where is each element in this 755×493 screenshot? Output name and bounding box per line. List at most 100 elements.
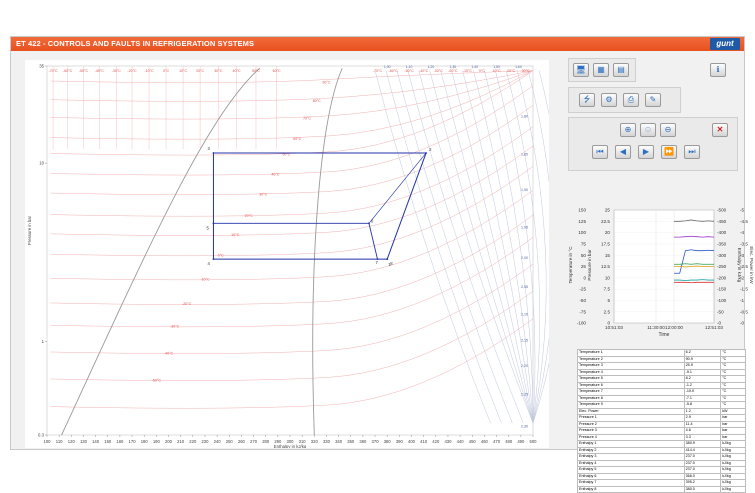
- temperature-label: 30°C: [214, 69, 222, 73]
- zoom-in-button[interactable]: ⊕: [620, 123, 636, 137]
- entropy-label: 1,50: [493, 65, 500, 69]
- fast-forward-button[interactable]: ⏩: [661, 145, 677, 159]
- x-tick-label: 420: [432, 439, 440, 444]
- x-tick-label: 220: [189, 439, 197, 444]
- plot-area: [47, 66, 533, 435]
- isotherm-label: -10°C: [200, 278, 210, 282]
- temperature-axis-label: Temperature in °C: [568, 246, 573, 284]
- power-tick-label: -4.5: [740, 219, 748, 224]
- zoom-reset-icon: ⊙: [645, 125, 652, 134]
- x-tick-label: 480: [505, 439, 513, 444]
- entropy-label: 1,60: [515, 65, 522, 69]
- zoom-out-button[interactable]: ⊖: [660, 123, 676, 137]
- monitor-view-button[interactable]: 🖥: [573, 63, 589, 77]
- isotherm-label: 90°C: [322, 80, 330, 84]
- entropy-label: 2,00: [521, 256, 528, 260]
- entropy-label: 2,15: [521, 339, 528, 343]
- pressure-tick-label: 12.5: [601, 264, 610, 269]
- x-tick-label: 500: [530, 439, 538, 444]
- x-tick-label: 130: [80, 439, 88, 444]
- y-tick-label: 0.3: [38, 433, 45, 438]
- power-tick-label: -3.5: [740, 242, 748, 247]
- y-tick-label: 10: [39, 161, 44, 166]
- lightbulb-button[interactable]: ✎: [645, 93, 661, 107]
- x-tick-label: 110: [56, 439, 63, 444]
- x-tick-label: 180: [141, 439, 149, 444]
- temperature-label: -60°C: [63, 69, 73, 73]
- isotherm-label: 0°C: [218, 253, 224, 257]
- settings-button[interactable]: ⚙: [601, 93, 617, 107]
- print-button[interactable]: ⎙: [623, 93, 639, 107]
- cycle-point: [213, 152, 215, 154]
- pressure-tick-label: 15: [605, 253, 611, 258]
- temperature-label: 0°C: [163, 69, 169, 73]
- enthalpy-tick-label: -500: [717, 208, 727, 213]
- cycle-point: [213, 258, 215, 260]
- step-back-button[interactable]: ◀: [615, 145, 631, 159]
- isotherm-label: 70°C: [303, 117, 311, 121]
- temperature-label: 20°C: [196, 69, 204, 73]
- isotherm-label: 80°C: [313, 99, 321, 103]
- time-tick-label: 12:51:03: [705, 325, 723, 330]
- trend-series-line: [674, 280, 714, 281]
- pressure-tick-label: 2.5: [604, 309, 611, 314]
- temperature-label: 10°C: [179, 69, 187, 73]
- isentrope-line: [533, 71, 549, 423]
- table-view-button[interactable]: ▤: [613, 63, 629, 77]
- time-tick-label: 11:30:00: [647, 325, 665, 330]
- entropy-label: 1,30: [450, 65, 457, 69]
- x-tick-label: 260: [238, 439, 246, 444]
- entropy-label: 2,05: [521, 285, 528, 289]
- x-tick-label: 240: [214, 439, 222, 444]
- enthalpy-tick-label: -150: [717, 287, 727, 292]
- x-tick-label: 380: [384, 439, 392, 444]
- x-tick-label: 280: [262, 439, 270, 444]
- step-last-button[interactable]: ⏭: [684, 145, 700, 159]
- pressure-tick-label: 20: [605, 230, 611, 235]
- enthalpy-axis-label: Enthalpy in kJ/kg: [737, 248, 742, 283]
- enthalpy-tick-label: -350: [717, 242, 727, 247]
- usb-button[interactable]: ⭍: [579, 93, 595, 107]
- x-tick-label: 250: [226, 439, 234, 444]
- power-tick-label: -0: [740, 321, 745, 326]
- table-row: Enthalpy 8380.0kJ/kg: [578, 486, 746, 493]
- x-tick-label: 400: [408, 439, 416, 444]
- app-window: ET 422 - CONTROLS AND FAULTS IN REFRIGER…: [10, 36, 745, 450]
- print-icon: ⎙: [628, 95, 634, 104]
- table-cell-unit: kJ/kg: [721, 486, 746, 493]
- y-tick-label: 35: [39, 64, 44, 69]
- diagram-view-button[interactable]: ▦: [593, 63, 609, 77]
- temperature-label: -50°C: [404, 69, 414, 73]
- info-button[interactable]: ℹ: [710, 63, 726, 77]
- entropy-label: 1,80: [521, 115, 528, 119]
- enthalpy-tick-label: -300: [717, 253, 727, 258]
- isotherm-label: 60°C: [293, 137, 301, 141]
- entropy-label: 2,20: [521, 364, 528, 368]
- temperature-label: 60°C: [273, 69, 281, 73]
- temperature-tick-label: -100: [577, 321, 587, 326]
- x-tick-label: 430: [444, 439, 452, 444]
- step-forward-button[interactable]: ▶: [638, 145, 654, 159]
- pressure-tick-label: 17.5: [601, 242, 610, 247]
- time-tick-label: 12:00:00: [665, 325, 683, 330]
- settings-icon: ⚙: [605, 95, 612, 104]
- x-tick-label: 470: [493, 439, 501, 444]
- app-title: ET 422 - CONTROLS AND FAULTS IN REFRIGER…: [16, 39, 254, 48]
- trend-chart[interactable]: 15025-500-512522.5-450-4.510020-400-4751…: [566, 205, 754, 340]
- temperature-tick-label: 0: [583, 275, 586, 280]
- cycle-point: [213, 222, 215, 224]
- cycle-point: [386, 258, 388, 260]
- values-table: Temperature 16.2°CTemperature 290.9°CTem…: [577, 349, 746, 493]
- x-tick-label: 320: [311, 439, 319, 444]
- x-tick-label: 410: [420, 439, 428, 444]
- close-icon: ✕: [717, 125, 724, 134]
- temperature-label: -30°C: [112, 69, 122, 73]
- step-first-button[interactable]: ⏮: [592, 145, 608, 159]
- temperature-label: -30°C: [434, 69, 444, 73]
- pressure-tick-label: 5: [607, 298, 610, 303]
- temperature-label: -70°C: [373, 69, 383, 73]
- zoom-reset-button[interactable]: ⊙: [640, 123, 656, 137]
- close-button[interactable]: ✕: [712, 123, 728, 137]
- enthalpy-tick-label: -400: [717, 230, 727, 235]
- ph-diagram[interactable]: 1001101201301401501601701801902002102202…: [25, 60, 549, 448]
